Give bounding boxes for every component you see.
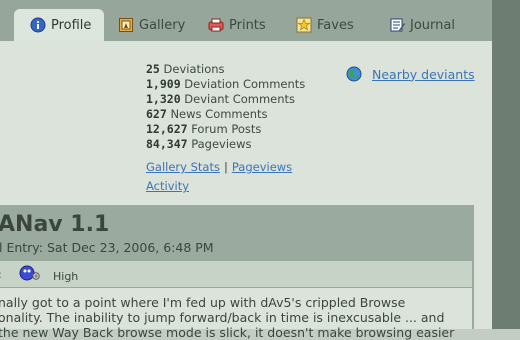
stat-forum-posts: 12,627 Forum Posts (146, 122, 305, 137)
stat-count: 1,320 (146, 92, 181, 106)
gallery-icon (118, 17, 134, 33)
gallery-stats-link[interactable]: Gallery Stats (146, 160, 220, 174)
stat-deviation-comments: 1,909 Deviation Comments (146, 77, 305, 92)
stat-count: 12,627 (146, 122, 188, 136)
pageviews-link[interactable]: Pageviews (232, 160, 292, 174)
journal-title: ANav 1.1 (0, 212, 110, 237)
stat-count: 25 (146, 62, 160, 76)
tab-faves[interactable]: Faves (296, 9, 354, 41)
info-icon (30, 17, 46, 33)
stat-label: Deviation Comments (184, 77, 306, 91)
tab-prints[interactable]: Prints (208, 9, 266, 41)
mood-value: High (53, 270, 79, 283)
stat-label: Deviant Comments (184, 92, 296, 106)
nearby-deviants-link[interactable]: Nearby deviants (372, 67, 475, 82)
stat-label: Forum Posts (191, 122, 262, 136)
nearby-deviants: Nearby deviants (346, 66, 475, 82)
profile-tab-bar: Profile Gallery Prints Faves Journal (0, 0, 492, 41)
activity-link[interactable]: Activity (146, 179, 189, 193)
prints-icon (208, 17, 224, 33)
star-icon (296, 17, 312, 33)
link-separator: | (223, 160, 228, 174)
stat-label: Pageviews (191, 137, 252, 151)
mood-label: : (0, 268, 2, 281)
journal-icon (389, 17, 405, 33)
tab-label: Profile (51, 17, 92, 33)
stat-deviant-comments: 1,320 Deviant Comments (146, 92, 305, 107)
stats-links: Gallery Stats | Pageviews Activity (146, 158, 292, 196)
right-page-edge (492, 0, 520, 329)
user-statistics: 25 Deviations 1,909 Deviation Comments 1… (146, 62, 305, 152)
stat-label: Deviations (163, 62, 225, 76)
tab-profile[interactable]: Profile (14, 9, 105, 41)
stat-pageviews: 84,347 Pageviews (146, 137, 305, 152)
tab-journal[interactable]: Journal (389, 9, 455, 41)
tab-label: Journal (410, 17, 455, 33)
mood-blob-icon (17, 265, 43, 281)
tab-label: Prints (229, 17, 266, 33)
journal-line: the new Way Back browse mode is slick, i… (0, 325, 455, 340)
journal-line: nally got to a point where I'm fed up wi… (0, 295, 406, 310)
tab-gallery[interactable]: Gallery (118, 9, 185, 41)
journal-date: l Entry: Sat Dec 23, 2006, 6:48 PM (0, 240, 214, 255)
journal-line: onality. The inability to jump forward/b… (0, 310, 445, 325)
journal-body-text: nally got to a point where I'm fed up wi… (0, 295, 473, 340)
tab-label: Faves (317, 17, 354, 33)
tab-label: Gallery (139, 17, 186, 33)
stat-label: News Comments (170, 107, 268, 121)
stat-count: 1,909 (146, 77, 181, 91)
globe-icon (346, 66, 362, 82)
stat-count: 84,347 (146, 137, 188, 151)
stat-deviations: 25 Deviations (146, 62, 305, 77)
stat-count: 627 (146, 107, 167, 121)
stat-news-comments: 627 News Comments (146, 107, 305, 122)
